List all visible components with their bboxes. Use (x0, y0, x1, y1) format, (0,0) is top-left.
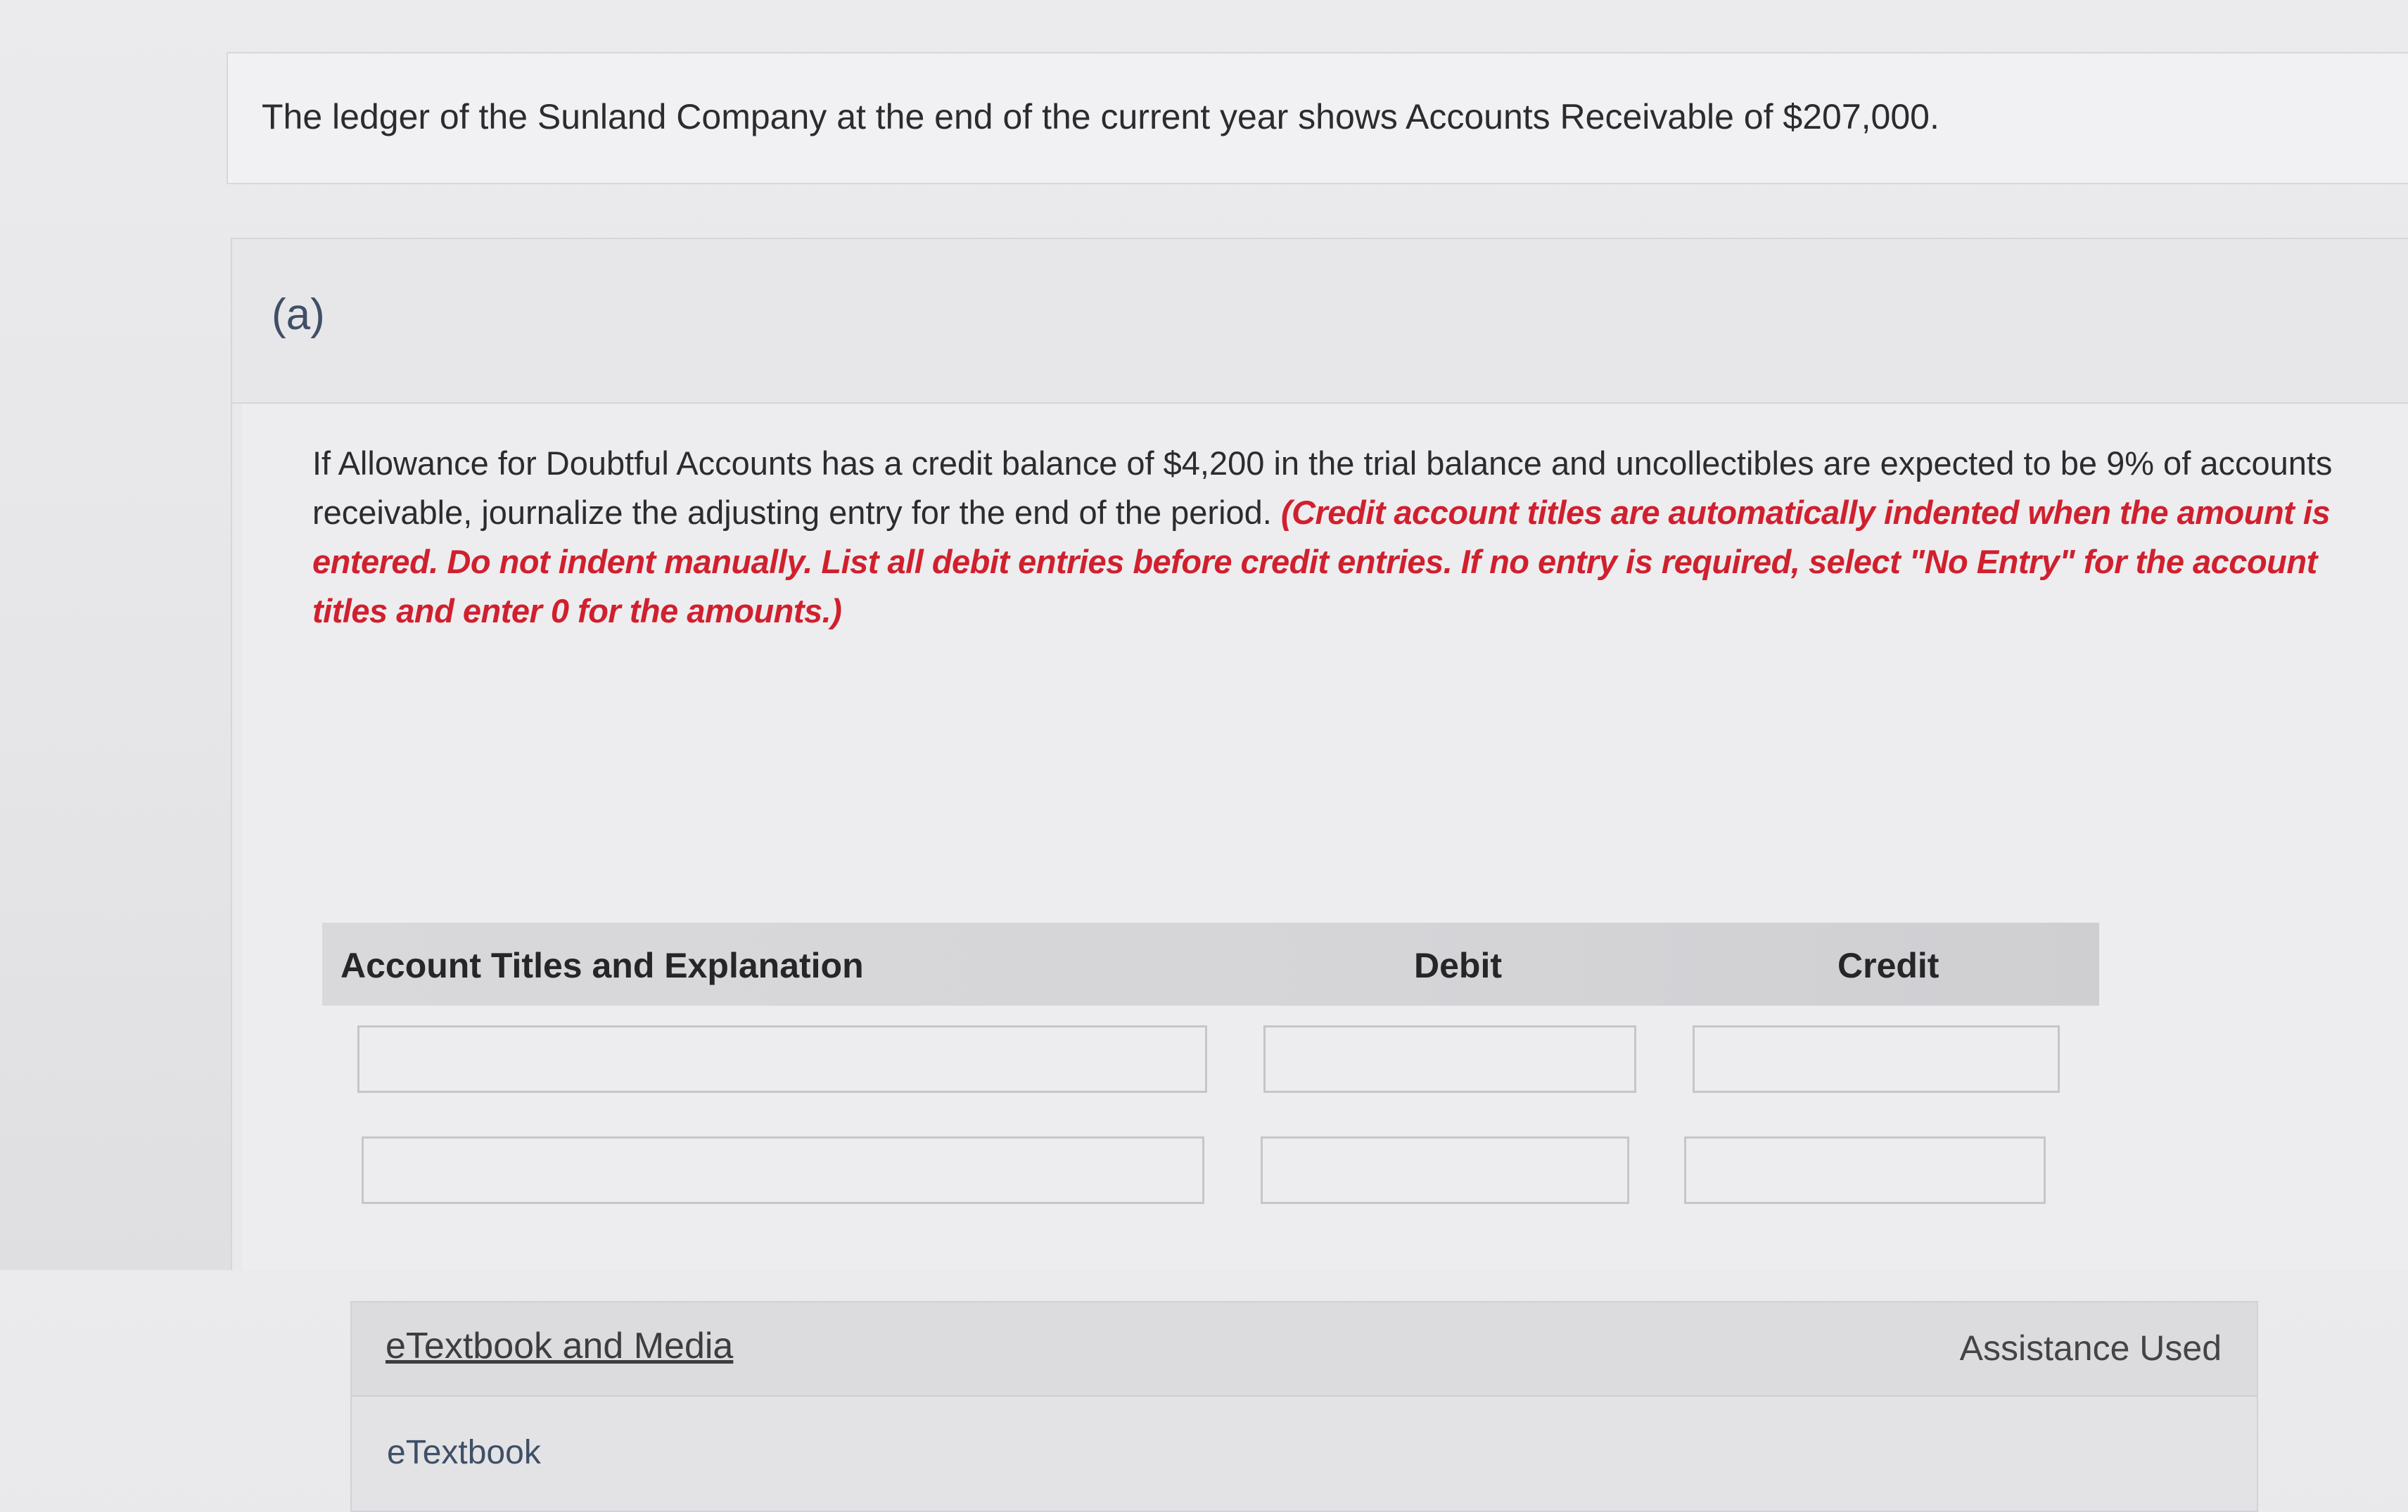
etextbook-and-media-link[interactable]: eTextbook and Media (386, 1325, 733, 1367)
credit-column-header: Credit (1837, 946, 1939, 985)
credit-amount-input[interactable] (1684, 1136, 2046, 1204)
assistance-used-label: Assistance Used (1959, 1328, 2222, 1368)
problem-intro-text: The ledger of the Sunland Company at the… (262, 97, 1939, 136)
etextbook-item[interactable]: eTextbook (387, 1433, 541, 1472)
part-label: (a) (272, 290, 325, 339)
debit-column-header: Debit (1414, 946, 1502, 985)
problem-intro-box: The ledger of the Sunland Company at the… (227, 52, 2408, 184)
part-a-body: If Allowance for Doubtful Accounts has a… (242, 404, 2408, 1512)
journal-entry-table: Account Titles and Explanation Debit Cre… (322, 923, 2099, 1236)
journal-row (322, 1121, 2099, 1236)
question-text: If Allowance for Doubtful Accounts has a… (312, 439, 2338, 636)
debit-amount-input[interactable] (1261, 1136, 1629, 1204)
account-titles-column-header: Account Titles and Explanation (340, 946, 864, 985)
account-title-input[interactable] (362, 1136, 1204, 1204)
part-a-header: (a) (232, 239, 2408, 404)
page: The ledger of the Sunland Company at the… (0, 0, 2408, 1512)
credit-amount-input[interactable] (1693, 1025, 2060, 1093)
journal-row (322, 1006, 2099, 1121)
part-a-section: (a) If Allowance for Doubtful Accounts h… (231, 238, 2408, 1512)
etextbook-media-panel: eTextbook and Media Assistance Used eTex… (350, 1301, 2258, 1512)
debit-amount-input[interactable] (1263, 1025, 1636, 1093)
media-panel-header: eTextbook and Media Assistance Used (352, 1302, 2257, 1397)
journal-table-header: Account Titles and Explanation Debit Cre… (322, 923, 2099, 1006)
account-title-input[interactable] (357, 1025, 1207, 1093)
